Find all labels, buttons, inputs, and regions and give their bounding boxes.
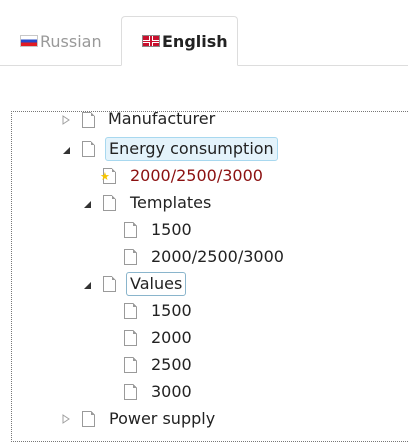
document-icon: ★ xyxy=(100,168,116,184)
tree-node-label[interactable]: 1500 xyxy=(147,299,196,323)
tree-node-power-supply[interactable]: Power supply xyxy=(12,406,402,433)
collapse-arrow-icon[interactable] xyxy=(82,199,92,209)
tree-view[interactable]: Manufacturer Energy consumption ★ 2000/2… xyxy=(11,111,408,442)
tree-node-templates[interactable]: Templates xyxy=(12,190,402,217)
tree-node-energy-consumption[interactable]: Energy consumption xyxy=(12,136,402,163)
document-icon xyxy=(103,195,116,211)
tree-node-values[interactable]: Values xyxy=(12,271,402,298)
document-icon xyxy=(103,276,116,292)
tree-node-label[interactable]: Templates xyxy=(126,191,215,215)
tree-node-leaf[interactable]: 2500 xyxy=(12,352,402,379)
tab-english-label: English xyxy=(162,31,228,51)
tab-russian[interactable]: Russian xyxy=(0,16,120,66)
tree-node-label[interactable]: 2500 xyxy=(147,353,196,377)
flag-uk-icon xyxy=(142,35,160,47)
language-tab-bar: Russian English xyxy=(0,0,408,66)
document-icon xyxy=(124,357,137,373)
tree-node-label[interactable]: Energy consumption xyxy=(105,137,278,161)
tree-node-label[interactable]: 3000 xyxy=(147,380,196,404)
tab-english[interactable]: English xyxy=(121,16,238,66)
tree-node-leaf[interactable]: 1500 xyxy=(12,298,402,325)
document-icon xyxy=(124,249,137,265)
tree-node-label[interactable]: 2000 xyxy=(147,326,196,350)
tab-russian-label: Russian xyxy=(40,31,102,51)
tree-node-label[interactable]: Manufacturer xyxy=(105,112,218,132)
document-icon xyxy=(124,384,137,400)
document-icon xyxy=(82,112,95,128)
tree-node-leaf[interactable]: 3000 xyxy=(12,379,402,406)
collapse-arrow-icon[interactable] xyxy=(82,280,92,290)
document-icon xyxy=(82,411,95,427)
tree-node-manufacturer[interactable]: Manufacturer xyxy=(12,112,402,134)
document-icon xyxy=(124,303,137,319)
expand-arrow-icon[interactable] xyxy=(61,414,71,424)
document-icon xyxy=(124,222,137,238)
collapse-arrow-icon[interactable] xyxy=(61,145,71,155)
tree-node-leaf[interactable]: 2000/2500/3000 xyxy=(12,244,402,271)
document-icon xyxy=(124,330,137,346)
document-icon xyxy=(82,141,95,157)
tree-node-label[interactable]: 1500 xyxy=(147,218,196,242)
tree-node-label[interactable]: 2000/2500/3000 xyxy=(147,245,288,269)
tree-node-default-value[interactable]: ★ 2000/2500/3000 xyxy=(12,163,402,190)
tree-node-leaf[interactable]: 1500 xyxy=(12,217,402,244)
flag-russia-icon xyxy=(20,35,38,47)
star-icon: ★ xyxy=(100,170,110,183)
expand-arrow-icon[interactable] xyxy=(61,115,71,125)
tree-node-label[interactable]: Power supply xyxy=(105,407,219,431)
tree-node-label[interactable]: Values xyxy=(126,272,187,296)
tree-node-leaf[interactable]: 2000 xyxy=(12,325,402,352)
tree-node-label[interactable]: 2000/2500/3000 xyxy=(126,164,267,188)
